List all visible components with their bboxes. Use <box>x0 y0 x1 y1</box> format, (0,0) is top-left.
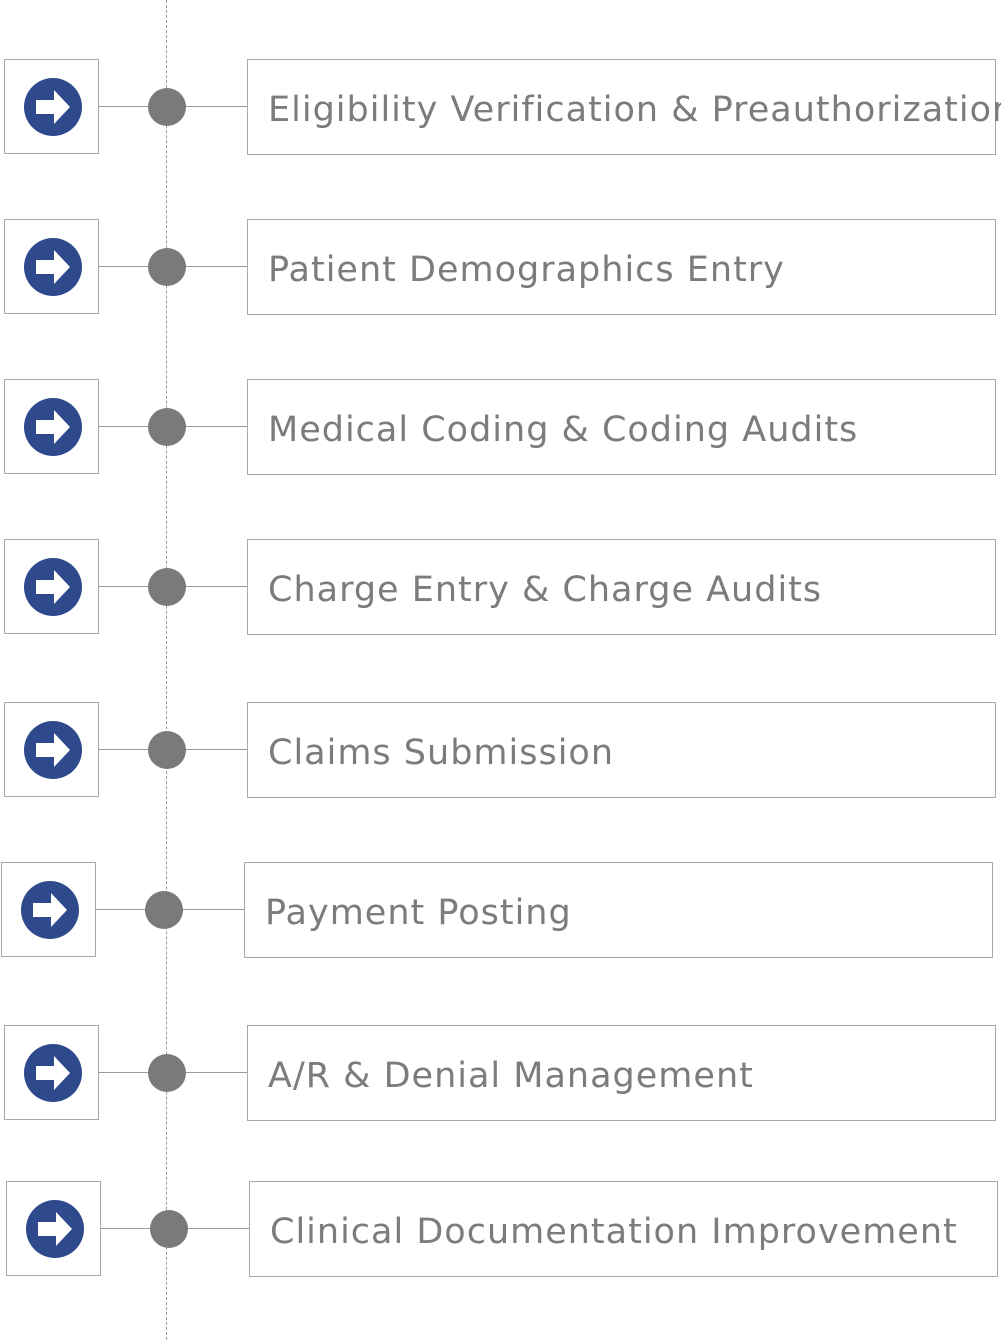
step-label: Claims Submission <box>268 733 615 773</box>
step-claims-submission: Claims Submission <box>0 702 1001 800</box>
step-label: Patient Demographics Entry <box>268 250 785 290</box>
step-charge-entry: Charge Entry & Charge Audits <box>0 539 1001 637</box>
timeline-node <box>150 1210 188 1248</box>
step-label: Clinical Documentation Improvement <box>270 1212 958 1252</box>
timeline-node <box>148 568 186 606</box>
icon-box <box>4 702 99 797</box>
step-label: Eligibility Verification & Preauthorizat… <box>268 90 1001 130</box>
arrow-right-circle-icon <box>24 558 82 616</box>
timeline-node <box>145 891 183 929</box>
icon-box <box>4 539 99 634</box>
step-ar-denial-management: A/R & Denial Management <box>0 1025 1001 1123</box>
step-payment-posting: Payment Posting <box>0 862 998 960</box>
arrow-right-circle-icon <box>24 78 82 136</box>
step-label-box: Claims Submission <box>247 702 996 798</box>
timeline-line <box>166 0 167 1340</box>
step-label-box: Patient Demographics Entry <box>247 219 996 315</box>
step-label-box: Medical Coding & Coding Audits <box>247 379 996 475</box>
icon-box <box>1 862 96 957</box>
arrow-right-circle-icon <box>24 398 82 456</box>
step-patient-demographics: Patient Demographics Entry <box>0 219 1001 317</box>
step-label-box: A/R & Denial Management <box>247 1025 996 1121</box>
arrow-right-circle-icon <box>26 1200 84 1258</box>
arrow-right-circle-icon <box>21 881 79 939</box>
arrow-right-circle-icon <box>24 721 82 779</box>
icon-box <box>4 1025 99 1120</box>
timeline-node <box>148 88 186 126</box>
step-label: Charge Entry & Charge Audits <box>268 570 823 610</box>
arrow-right-circle-icon <box>24 238 82 296</box>
step-label-box: Eligibility Verification & Preauthorizat… <box>247 59 1001 155</box>
icon-box <box>4 219 99 314</box>
timeline-node <box>148 248 186 286</box>
step-label: A/R & Denial Management <box>268 1056 754 1096</box>
timeline-node <box>148 408 186 446</box>
step-eligibility-verification: Eligibility Verification & Preauthorizat… <box>0 59 1001 157</box>
step-label: Payment Posting <box>265 893 572 933</box>
timeline-node <box>148 1054 186 1092</box>
arrow-right-circle-icon <box>24 1044 82 1102</box>
step-label-box: Charge Entry & Charge Audits <box>247 539 996 635</box>
timeline-node <box>148 731 186 769</box>
step-label: Medical Coding & Coding Audits <box>268 410 859 450</box>
step-label-box: Clinical Documentation Improvement <box>249 1181 998 1277</box>
step-clinical-documentation: Clinical Documentation Improvement <box>2 1181 1001 1279</box>
step-medical-coding: Medical Coding & Coding Audits <box>0 379 1001 477</box>
icon-box <box>6 1181 101 1276</box>
icon-box <box>4 59 99 154</box>
step-label-box: Payment Posting <box>244 862 993 958</box>
icon-box <box>4 379 99 474</box>
